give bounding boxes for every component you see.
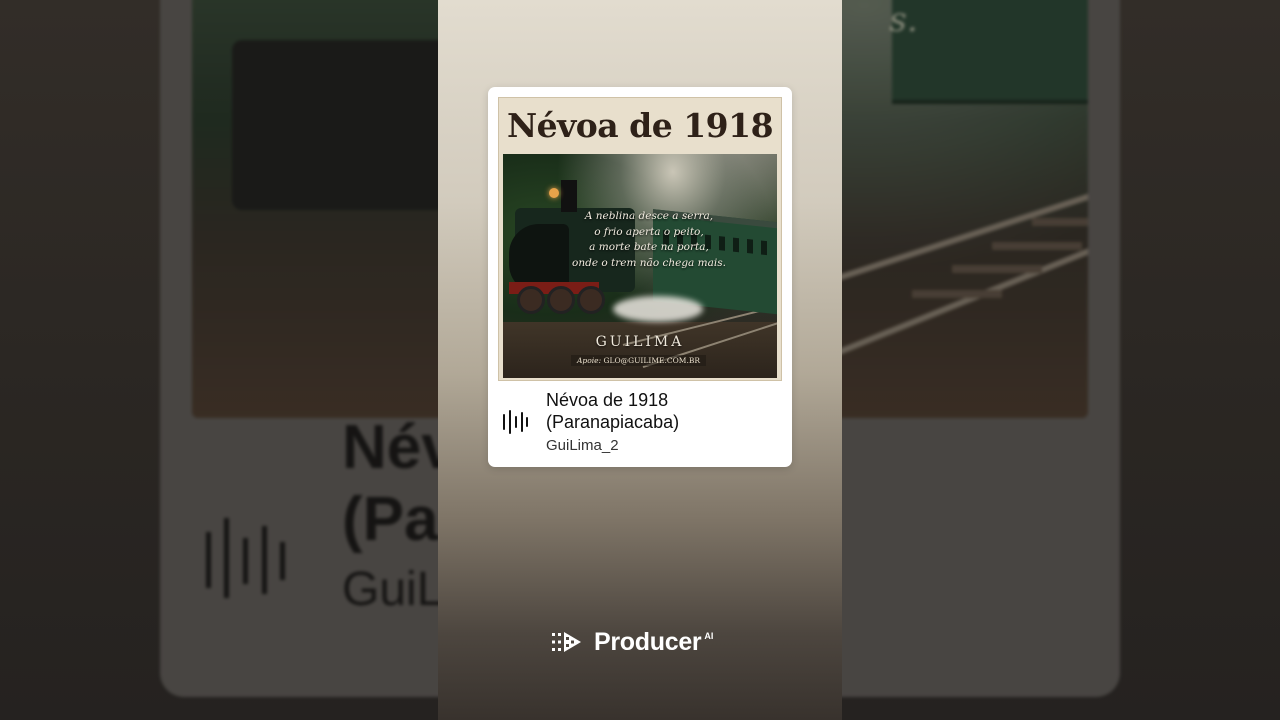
- poem-line: onde o trem não chega mais.: [572, 256, 726, 269]
- brand-name: Producer: [594, 627, 702, 656]
- waveform-icon: [503, 410, 528, 434]
- cover-title: Névoa de 1918: [506, 106, 774, 145]
- steam-cloud: [613, 296, 703, 322]
- song-card[interactable]: Névoa de 1918 A neblina desce a serra, o…: [488, 87, 792, 467]
- headlamp: [549, 188, 559, 198]
- cover-art: Névoa de 1918 A neblina desce a serra, o…: [498, 97, 782, 381]
- song-title-line: Névoa de 1918: [546, 390, 669, 410]
- poem-line: a morte bate na porta,: [589, 241, 709, 253]
- brand-watermark: Producer AI: [552, 627, 713, 657]
- background-artist: GuiL: [342, 563, 444, 616]
- center-panel: Névoa de 1918 A neblina desce a serra, o…: [438, 0, 842, 720]
- cover-support: Apoie: GLO@GUILIME.COM.BR: [571, 355, 706, 366]
- background-waveform-icon: [206, 518, 285, 598]
- support-label: Apoie:: [577, 356, 602, 365]
- poem-line: A neblina desce a serra,: [584, 210, 714, 222]
- poem-line: o frio aperta o peito,: [594, 225, 704, 238]
- brand-superscript: AI: [704, 631, 714, 641]
- cover-artist: GUILIMA: [595, 334, 685, 350]
- song-title[interactable]: Névoa de 1918 (Paranapiacaba): [546, 389, 782, 433]
- song-artist[interactable]: GuiLima_2: [546, 437, 619, 454]
- support-contact: GLO@GUILIME.COM.BR: [603, 356, 701, 365]
- song-title-line: (Paranapiacaba): [546, 412, 680, 432]
- producer-logo-icon: [552, 632, 581, 652]
- cover-poem: A neblina desce a serra, o frio aperta o…: [559, 209, 739, 271]
